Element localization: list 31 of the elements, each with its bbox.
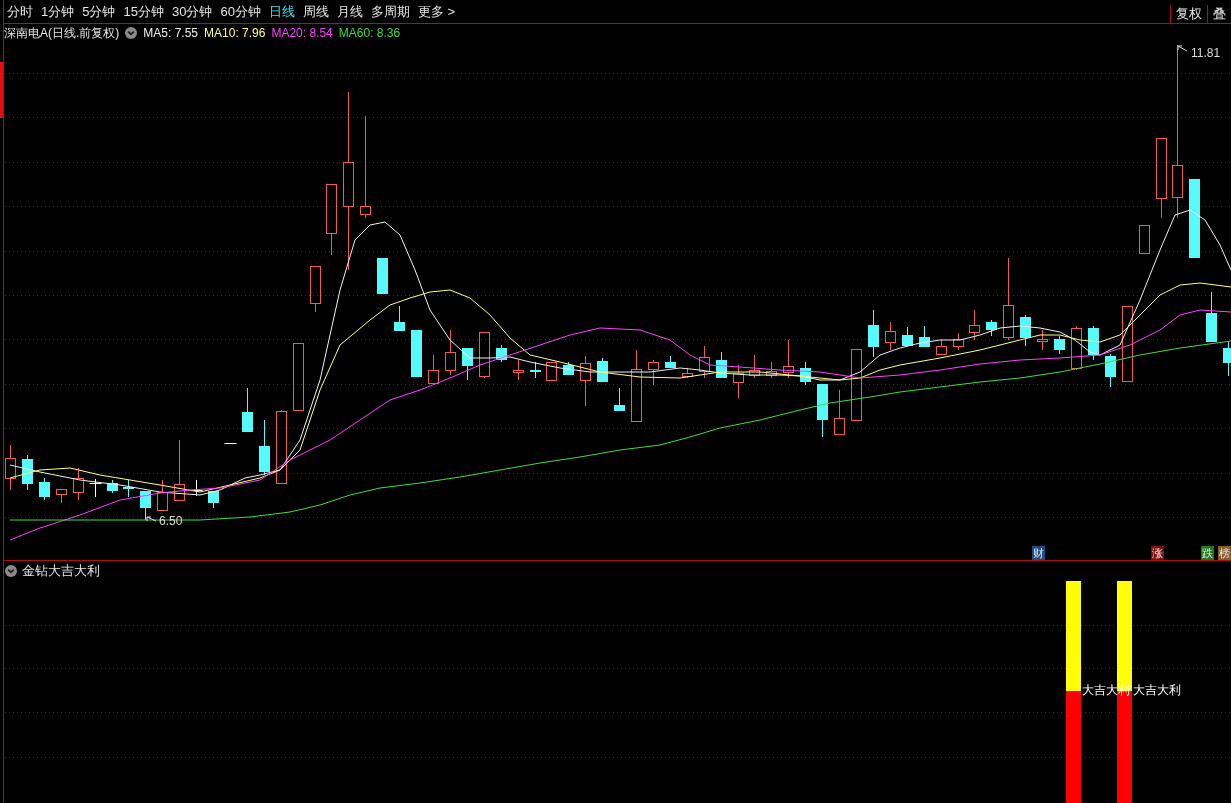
moving-average-value: MA20: 8.54: [271, 25, 333, 42]
moving-average-value: MA10: 7.96: [204, 25, 266, 42]
low-price-pointer: [146, 516, 157, 522]
period-tab[interactable]: 15分钟: [120, 3, 167, 21]
event-badge[interactable]: 财: [1032, 546, 1045, 560]
event-badge[interactable]: 榜: [1218, 546, 1231, 560]
moving-average-value: MA60: 8.36: [338, 25, 401, 42]
period-tab[interactable]: 多周期: [367, 3, 413, 21]
period-tab[interactable]: 月线: [333, 3, 366, 21]
high-price-pointer: [1177, 45, 1188, 52]
chevron-down-icon[interactable]: [5, 564, 17, 577]
period-tab[interactable]: 周线: [299, 3, 332, 21]
event-badge[interactable]: 跌: [1201, 546, 1214, 560]
period-tab[interactable]: 30分钟: [168, 3, 216, 21]
low-price-label: 6.50: [159, 514, 183, 528]
period-tab[interactable]: 60分钟: [217, 3, 264, 21]
period-tab[interactable]: 1分钟: [38, 3, 78, 21]
period-tab[interactable]: 日线: [265, 3, 298, 21]
side-marker: [0, 62, 3, 118]
stock-title: 深南电A(日线.前复权): [4, 25, 120, 42]
indicator-title: 金钻大吉大利: [22, 562, 100, 580]
high-price-label: 11.81: [1191, 46, 1221, 60]
signal-label: 大吉大利: [1133, 683, 1181, 697]
period-tab[interactable]: 5分钟: [79, 3, 119, 21]
moving-average-value: MA5: 7.55: [143, 25, 199, 42]
period-tab[interactable]: 分时: [4, 3, 36, 21]
toolbar-button[interactable]: 叠: [1207, 5, 1231, 23]
toolbar-button[interactable]: 复权: [1170, 5, 1207, 23]
chevron-down-icon[interactable]: [125, 27, 138, 39]
event-badge[interactable]: 涨: [1151, 546, 1164, 560]
more-menu-button[interactable]: 更多 >: [414, 3, 459, 21]
